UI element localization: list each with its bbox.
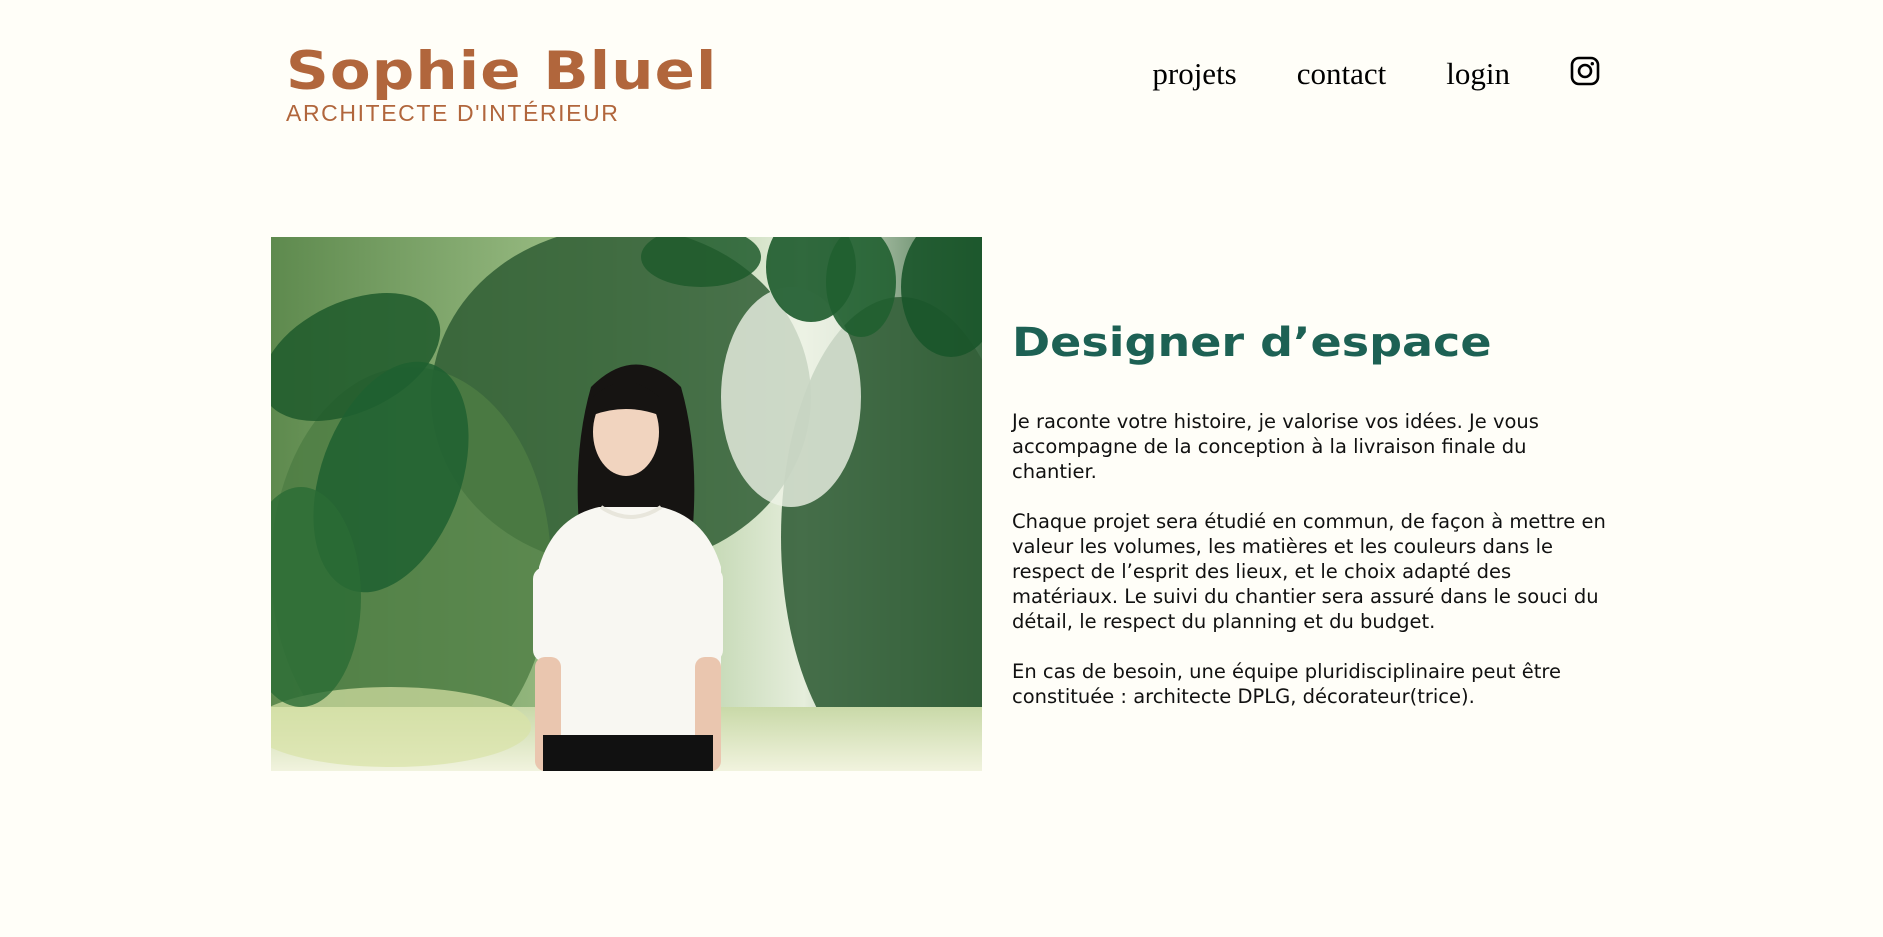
portrait-photo [271, 237, 982, 771]
instagram-icon[interactable] [1570, 56, 1600, 86]
intro-title: Designer d’espace [1012, 320, 1492, 366]
intro-paragraph: En cas de besoin, une équipe pluridiscip… [1012, 660, 1561, 708]
intro-paragraph: Je raconte votre histoire, je valorise v… [1012, 410, 1539, 483]
intro-text: Designer d’espace Je raconte votre histo… [1012, 315, 1612, 734]
intro-paragraph: Chaque projet sera étudié en commun, de … [1012, 510, 1606, 633]
nav-link-contact[interactable]: contact [1297, 56, 1387, 92]
page: Sophie Bluel ARCHITECTE D'INTÉRIEUR proj… [0, 0, 1883, 937]
brand-subtitle: ARCHITECTE D'INTÉRIEUR [286, 100, 620, 126]
brand-name: Sophie Bluel [286, 41, 718, 102]
brand-logo[interactable]: Sophie Bluel ARCHITECTE D'INTÉRIEUR [286, 42, 716, 127]
nav-link-projects[interactable]: projets [1152, 56, 1236, 92]
main-nav: projets contact login [1152, 56, 1600, 92]
nav-link-login[interactable]: login [1446, 56, 1510, 92]
